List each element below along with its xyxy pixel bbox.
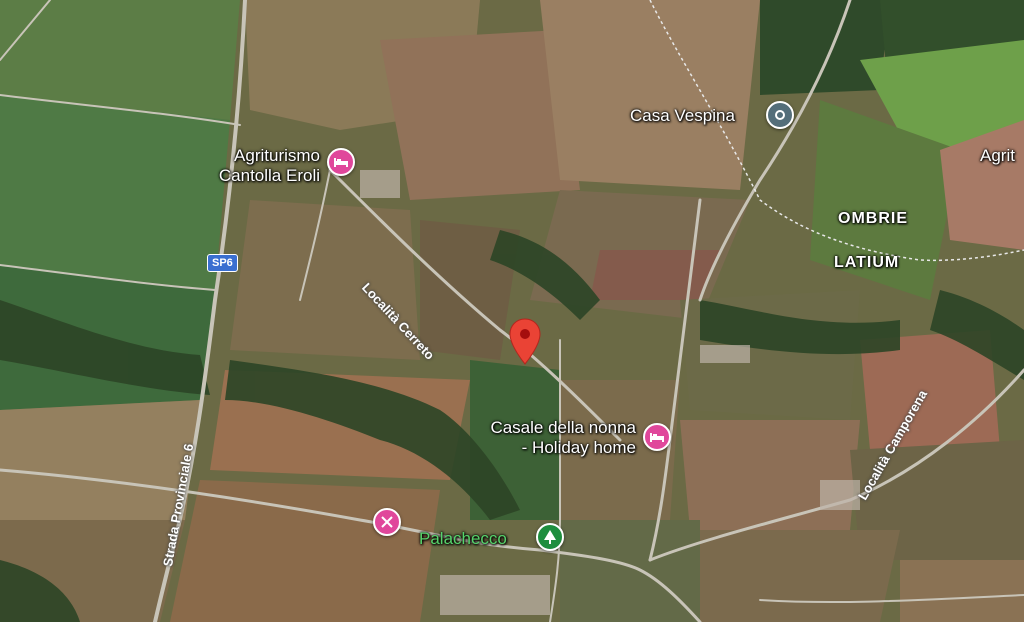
bed-icon: [334, 158, 348, 167]
poi-label-casa-vespina[interactable]: Casa Vespina: [630, 106, 735, 126]
region-label-ombrie: OMBRIE: [838, 210, 908, 227]
poi-label-line-1: Casale della nonna: [490, 418, 636, 437]
park-pin-palachecco[interactable]: [536, 523, 564, 551]
activity-pin[interactable]: [373, 508, 401, 536]
location-icon: [775, 110, 785, 120]
satellite-imagery: [0, 0, 1024, 622]
landmark-pin-casa-vespina[interactable]: [766, 101, 794, 129]
poi-label-casale[interactable]: Casale della nonna - Holiday home: [450, 418, 636, 458]
red-map-pin-icon[interactable]: [508, 318, 542, 366]
poi-label-palachecco[interactable]: Palachecco: [419, 529, 507, 549]
hotel-pin-agriturismo[interactable]: [327, 148, 355, 176]
tree-icon: [544, 530, 556, 544]
region-label-latium: LATIUM: [834, 254, 900, 271]
map-view[interactable]: SP6 Località Cerreto Località Camporena …: [0, 0, 1024, 622]
bed-icon: [650, 433, 664, 442]
poi-label-line-2: - Holiday home: [521, 438, 636, 457]
poi-label-agrit-partial[interactable]: Agrit: [980, 146, 1015, 166]
poi-label-line-1: Agriturismo: [234, 146, 320, 165]
poi-label-line-2: Cantolla Eroli: [218, 166, 320, 185]
hotel-pin-casale[interactable]: [643, 423, 671, 451]
hammer-wrench-icon: [381, 516, 393, 528]
poi-label-agriturismo-cantolla[interactable]: Agriturismo Cantolla Eroli: [194, 146, 320, 186]
sp6-road-shield: SP6: [207, 254, 238, 272]
